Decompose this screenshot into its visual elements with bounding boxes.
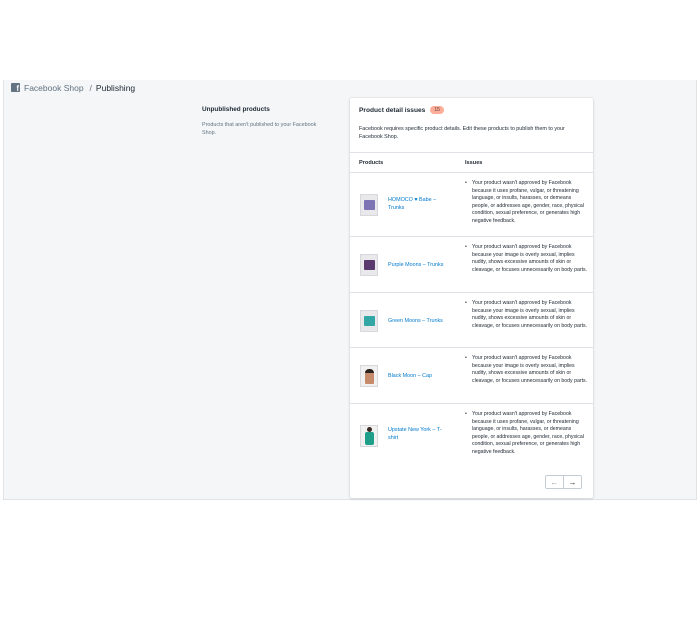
card-title-text: Product detail issues — [359, 106, 426, 114]
issue-count-badge: 15 — [430, 106, 444, 114]
section-title: Unpublished products — [202, 106, 270, 113]
pagination: ← → — [545, 475, 582, 489]
column-header-issues: Issues — [465, 160, 483, 166]
breadcrumb: Facebook Shop / Publishing — [4, 80, 698, 95]
product-link[interactable]: Black Moon – Cap — [388, 372, 450, 380]
section-description: Products that aren't published to your F… — [202, 122, 317, 136]
arrow-left-icon: ← — [550, 477, 559, 487]
issue-text: Your product wasn't approved by Facebook… — [465, 411, 589, 456]
facebook-icon — [11, 83, 20, 93]
product-thumbnail[interactable] — [360, 310, 378, 332]
product-thumbnail[interactable] — [360, 365, 378, 387]
table-row: Green Moons – Trunks Your product wasn't… — [350, 293, 593, 348]
thumbnail-head — [367, 427, 372, 432]
thumbnail-cap — [365, 369, 374, 373]
issue-text: Your product wasn't approved by Facebook… — [465, 244, 589, 274]
table-row: HOMOCO ♥ Babe – Trunks Your product wasn… — [350, 173, 593, 237]
breadcrumb-separator: / — [89, 82, 92, 93]
column-header-products: Products — [359, 160, 384, 166]
table-row: Black Moon – Cap Your product wasn't app… — [350, 348, 593, 404]
thumbnail-image — [365, 432, 374, 445]
thumbnail-image — [364, 200, 375, 210]
product-thumbnail[interactable] — [360, 254, 378, 276]
breadcrumb-app-link[interactable]: Facebook Shop — [24, 83, 84, 93]
product-thumbnail[interactable] — [360, 425, 378, 447]
next-page-button[interactable]: → — [563, 475, 582, 489]
product-link[interactable]: Purple Moons – Trunks — [388, 261, 450, 269]
card-title: Product detail issues 15 — [359, 106, 444, 114]
table-header: Products Issues — [350, 152, 593, 173]
thumbnail-image — [364, 316, 375, 326]
product-thumbnail[interactable] — [360, 194, 378, 216]
issue-text: Your product wasn't approved by Facebook… — [465, 180, 589, 225]
product-link[interactable]: HOMOCO ♥ Babe – Trunks — [388, 196, 450, 212]
issue-text: Your product wasn't approved by Facebook… — [465, 300, 589, 330]
thumbnail-image — [364, 260, 375, 270]
card-description: Facebook requires specific product detai… — [359, 126, 565, 140]
previous-page-button[interactable]: ← — [545, 475, 564, 489]
table-row: Upstate New York – T-shirt Your product … — [350, 404, 593, 467]
arrow-right-icon: → — [568, 477, 577, 487]
breadcrumb-current: Publishing — [95, 82, 136, 93]
issue-text: Your product wasn't approved by Facebook… — [465, 355, 589, 385]
product-link[interactable]: Upstate New York – T-shirt — [388, 426, 450, 442]
product-issues-card: Product detail issues 15 Facebook requir… — [350, 98, 593, 498]
table-row: Purple Moons – Trunks Your product wasn'… — [350, 237, 593, 293]
page-frame: Facebook Shop / Publishing Unpublished p… — [3, 80, 697, 500]
product-link[interactable]: Green Moons – Trunks — [388, 317, 450, 325]
